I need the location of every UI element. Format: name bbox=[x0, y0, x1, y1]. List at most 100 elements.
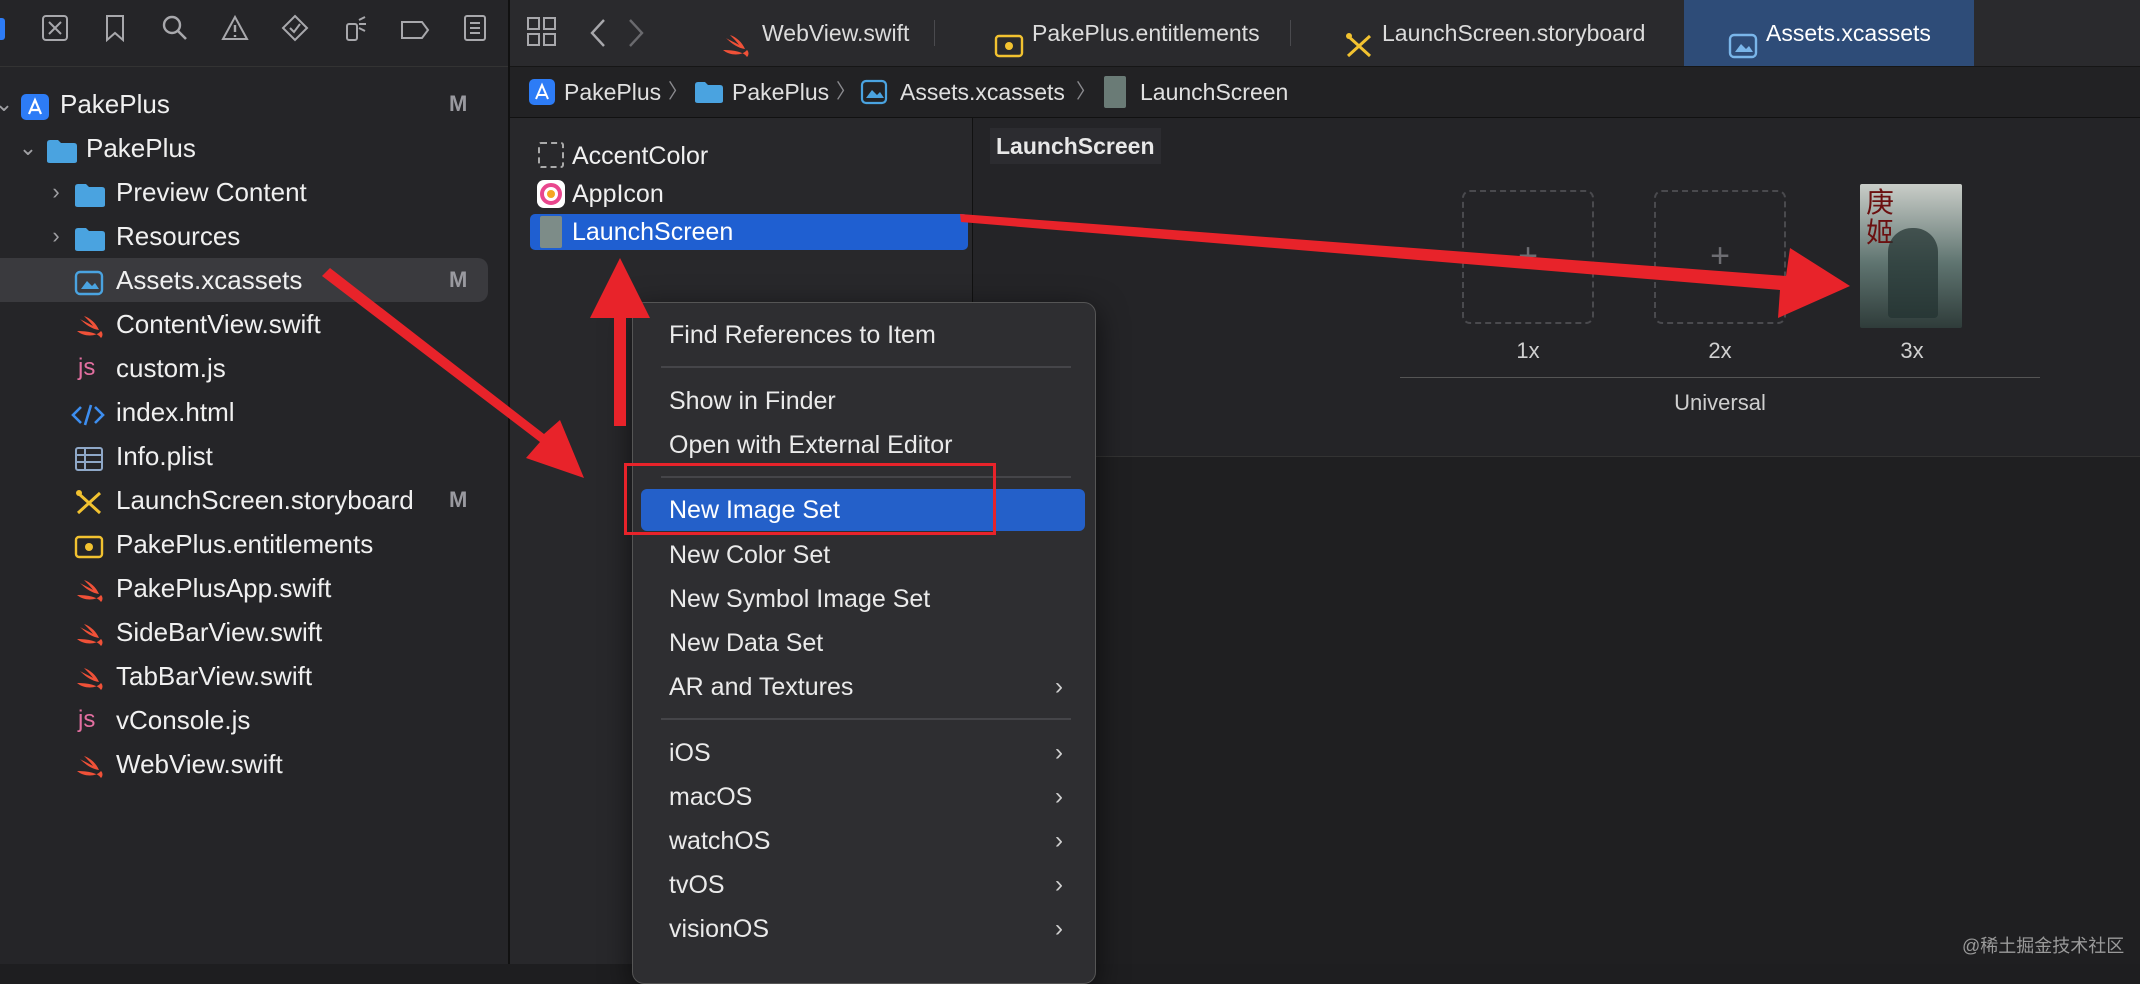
js-file-icon: js bbox=[78, 706, 96, 733]
tab-label: LaunchScreen.storyboard bbox=[1382, 20, 1646, 46]
menu-item-new-symbol-image-set[interactable]: New Symbol Image Set bbox=[641, 578, 1085, 620]
tree-item-vconsole-js[interactable]: js vConsole.js bbox=[0, 698, 490, 742]
back-chevron-icon[interactable] bbox=[586, 16, 610, 50]
menu-item-label: tvOS bbox=[669, 871, 725, 899]
chevron-right-icon: › bbox=[1055, 673, 1063, 700]
chevron-right-icon: › bbox=[1055, 783, 1063, 810]
menu-item-new-data-set[interactable]: New Data Set bbox=[641, 622, 1085, 664]
menu-item-open-external-editor[interactable]: Open with External Editor bbox=[641, 424, 1085, 466]
breadcrumb-item[interactable]: PakePlus bbox=[732, 67, 829, 117]
tree-item-resources[interactable]: › Resources bbox=[0, 214, 490, 258]
menu-item-label: Show in Finder bbox=[669, 387, 836, 415]
tree-item-info-plist[interactable]: Info.plist bbox=[0, 434, 490, 478]
bookmark-icon[interactable] bbox=[96, 14, 134, 52]
entitlements-file-icon bbox=[994, 19, 1024, 58]
forward-chevron-icon[interactable] bbox=[624, 16, 648, 50]
menu-item-macos[interactable]: macOS › bbox=[641, 776, 1085, 818]
group-divider bbox=[1400, 377, 2040, 378]
image-set-icon bbox=[540, 216, 562, 248]
menu-item-find-references[interactable]: Find References to Item bbox=[641, 314, 1085, 356]
debug-spray-icon[interactable] bbox=[336, 14, 374, 52]
folder-icon bbox=[694, 79, 724, 105]
modified-badge: M bbox=[449, 487, 468, 512]
project-navigator-tab[interactable] bbox=[0, 14, 20, 52]
tree-item-label: vConsole.js bbox=[116, 705, 251, 735]
tree-item-webview[interactable]: WebView.swift bbox=[0, 742, 490, 786]
tab-webview-swift[interactable]: WebView.swift bbox=[706, 0, 926, 66]
chevron-right-icon: › bbox=[1055, 871, 1063, 898]
tree-item-group-pakeplus[interactable]: ⌄ PakePlus bbox=[0, 126, 490, 170]
tree-item-pakeplusapp[interactable]: PakePlusApp.swift bbox=[0, 566, 490, 610]
grid-icon[interactable] bbox=[526, 16, 558, 48]
image-slot-2x[interactable]: + bbox=[1654, 190, 1786, 324]
menu-item-ar-and-textures[interactable]: AR and Textures › bbox=[641, 666, 1085, 708]
asset-item-accentcolor[interactable]: AccentColor bbox=[530, 138, 970, 174]
watermark: @稀土掘金技术社区 bbox=[1962, 936, 2125, 956]
plist-file-icon bbox=[74, 442, 104, 471]
menu-item-visionos[interactable]: visionOS › bbox=[641, 908, 1085, 950]
chevron-right-icon[interactable]: › bbox=[44, 214, 68, 258]
tree-item-contentview[interactable]: ContentView.swift bbox=[0, 302, 490, 346]
tree-item-label: Info.plist bbox=[116, 441, 213, 471]
tab-label: WebView.swift bbox=[762, 20, 910, 46]
chevron-down-icon[interactable]: ⌄ bbox=[16, 126, 40, 170]
tree-item-launchscreen-storyboard[interactable]: LaunchScreen.storyboard M bbox=[0, 478, 490, 522]
tree-item-label: TabBarView.swift bbox=[116, 661, 313, 691]
test-diamond-icon[interactable] bbox=[276, 14, 314, 52]
color-set-icon bbox=[538, 142, 564, 168]
tab-assets-xcassets[interactable]: Assets.xcassets bbox=[1684, 0, 1974, 66]
menu-item-new-color-set[interactable]: New Color Set bbox=[641, 534, 1085, 576]
tree-item-entitlements[interactable]: PakePlus.entitlements bbox=[0, 522, 490, 566]
source-control-icon[interactable] bbox=[36, 14, 74, 52]
breadcrumb-item[interactable]: Assets.xcassets bbox=[900, 67, 1065, 117]
tree-item-project[interactable]: ⌄ PakePlus M bbox=[0, 82, 490, 126]
menu-item-watchos[interactable]: watchOS › bbox=[641, 820, 1085, 862]
asset-item-appicon[interactable]: AppIcon bbox=[530, 176, 970, 212]
tree-item-label: WebView.swift bbox=[116, 749, 283, 779]
tree-item-custom-js[interactable]: js custom.js bbox=[0, 346, 490, 390]
menu-item-show-in-finder[interactable]: Show in Finder bbox=[641, 380, 1085, 422]
tree-item-sidebarview[interactable]: SideBarView.swift bbox=[0, 610, 490, 654]
menu-separator bbox=[661, 718, 1071, 720]
breadcrumb-item[interactable]: PakePlus bbox=[564, 67, 661, 117]
tree-item-assets-xcassets[interactable]: Assets.xcassets M bbox=[0, 258, 488, 302]
report-icon[interactable] bbox=[456, 14, 494, 52]
tree-item-index-html[interactable]: index.html bbox=[0, 390, 490, 434]
warning-icon[interactable] bbox=[216, 14, 254, 52]
menu-item-label: visionOS bbox=[669, 915, 770, 943]
tab-pakeplus-entitlements[interactable]: PakePlus.entitlements bbox=[980, 0, 1280, 66]
tree-item-tabbarview[interactable]: TabBarView.swift bbox=[0, 654, 490, 698]
chevron-down-icon[interactable]: ⌄ bbox=[0, 82, 16, 126]
tree-item-label: PakePlusApp.swift bbox=[116, 573, 332, 603]
image-slot-3x-thumbnail[interactable]: 庚姬 bbox=[1860, 184, 1962, 328]
tree-item-label: Preview Content bbox=[116, 177, 307, 207]
breakpoint-icon[interactable] bbox=[396, 14, 434, 52]
modified-badge: M bbox=[449, 267, 468, 292]
html-file-icon bbox=[70, 398, 105, 426]
asset-item-label: LaunchScreen bbox=[572, 218, 734, 246]
thumbnail-figure bbox=[1888, 228, 1938, 318]
menu-item-label: New Color Set bbox=[669, 541, 831, 569]
menu-item-tvos[interactable]: tvOS › bbox=[641, 864, 1085, 906]
xcode-project-icon bbox=[528, 78, 556, 106]
breadcrumb-separator-icon: 〉 bbox=[668, 81, 688, 103]
search-icon[interactable] bbox=[156, 14, 194, 52]
asset-catalog-icon bbox=[74, 266, 104, 296]
image-slot-1x[interactable]: + bbox=[1462, 190, 1594, 324]
folder-icon bbox=[74, 178, 105, 207]
swift-file-icon bbox=[74, 574, 104, 602]
tab-label: PakePlus.entitlements bbox=[1032, 20, 1260, 46]
chevron-right-icon[interactable]: › bbox=[44, 170, 68, 214]
tab-divider bbox=[934, 20, 935, 46]
asset-item-launchscreen[interactable]: LaunchScreen bbox=[530, 214, 968, 250]
plus-icon: + bbox=[1518, 237, 1538, 275]
breadcrumb-item[interactable]: LaunchScreen bbox=[1140, 67, 1288, 117]
menu-item-ios[interactable]: iOS › bbox=[641, 732, 1085, 774]
app-icon-set-icon bbox=[536, 179, 566, 209]
slot-label-3x: 3x bbox=[1900, 338, 1924, 363]
menu-item-label: macOS bbox=[669, 783, 753, 811]
tree-item-label: PakePlus.entitlements bbox=[116, 529, 374, 559]
tree-item-preview-content[interactable]: › Preview Content bbox=[0, 170, 490, 214]
tab-launchscreen-storyboard[interactable]: LaunchScreen.storyboard bbox=[1330, 0, 1670, 66]
entitlements-file-icon bbox=[74, 530, 104, 559]
